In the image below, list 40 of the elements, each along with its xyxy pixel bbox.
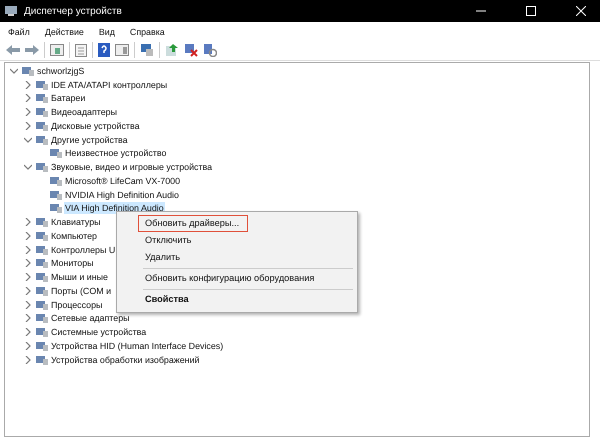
menu-item[interactable]: Действие xyxy=(44,27,84,37)
computer-icon xyxy=(4,5,18,17)
menu-item[interactable]: Обновить конфигурацию оборудования xyxy=(138,270,324,287)
tree-item[interactable]: schworlzjgS xyxy=(36,64,86,77)
tree-item[interactable]: Видеоадаптеры xyxy=(50,106,118,118)
tree-item[interactable]: NVIDIA High Definition Audio xyxy=(64,188,180,201)
panel-icon[interactable] xyxy=(115,44,129,56)
tree-item[interactable]: Мыши и иные xyxy=(50,271,109,284)
tree-item[interactable]: Устройства HID (Human Interface Devices) xyxy=(50,340,224,352)
tree-item[interactable]: Клавиатуры xyxy=(50,216,102,228)
forward-icon[interactable] xyxy=(25,44,39,56)
help-icon[interactable] xyxy=(98,43,110,57)
tree-item[interactable]: Устройства обработки изображений xyxy=(50,354,200,366)
tree-item[interactable]: Microsoft® LifeCam VX-7000 xyxy=(64,174,182,187)
window-title: Диспетчер устройств xyxy=(24,6,122,16)
maximize-icon[interactable] xyxy=(526,6,536,16)
menu-item[interactable]: Справка xyxy=(130,27,165,37)
back-icon[interactable] xyxy=(6,44,20,56)
list-icon[interactable] xyxy=(75,44,87,56)
menu-item[interactable]: Свойства xyxy=(138,291,198,308)
tree-item[interactable]: Дисковые устройства xyxy=(50,120,141,132)
tree-item[interactable]: Контроллеры U xyxy=(50,244,116,256)
menu-item[interactable]: Вид xyxy=(98,27,115,37)
menu-item[interactable]: Файл xyxy=(8,27,30,37)
tree-item[interactable]: Компьютер xyxy=(50,230,98,242)
tree-item[interactable]: Процессоры xyxy=(50,298,104,311)
tree-item[interactable]: Порты (COM и xyxy=(50,284,112,297)
tree-item[interactable]: IDE ATA/ATAPI контроллеры xyxy=(50,78,168,91)
panel-icon[interactable] xyxy=(50,44,64,56)
tree-item[interactable]: Неизвестное устройство xyxy=(64,147,168,160)
tree-item[interactable]: Другие устройства xyxy=(50,134,129,146)
tree-item[interactable]: Батареи xyxy=(50,92,86,104)
tree-item[interactable]: Звуковые, видео и игровые устройства xyxy=(50,161,214,174)
tree-item[interactable]: Сетевые адаптеры xyxy=(50,312,131,324)
menu-item[interactable]: Отключить xyxy=(138,232,200,249)
close-icon[interactable] xyxy=(576,6,586,16)
menu-item[interactable]: Обновить драйверы... xyxy=(138,215,248,232)
tree-item[interactable]: Мониторы xyxy=(50,257,95,270)
tree-item[interactable]: Системные устройства xyxy=(50,326,148,338)
menu-item[interactable]: Удалить xyxy=(138,249,190,266)
